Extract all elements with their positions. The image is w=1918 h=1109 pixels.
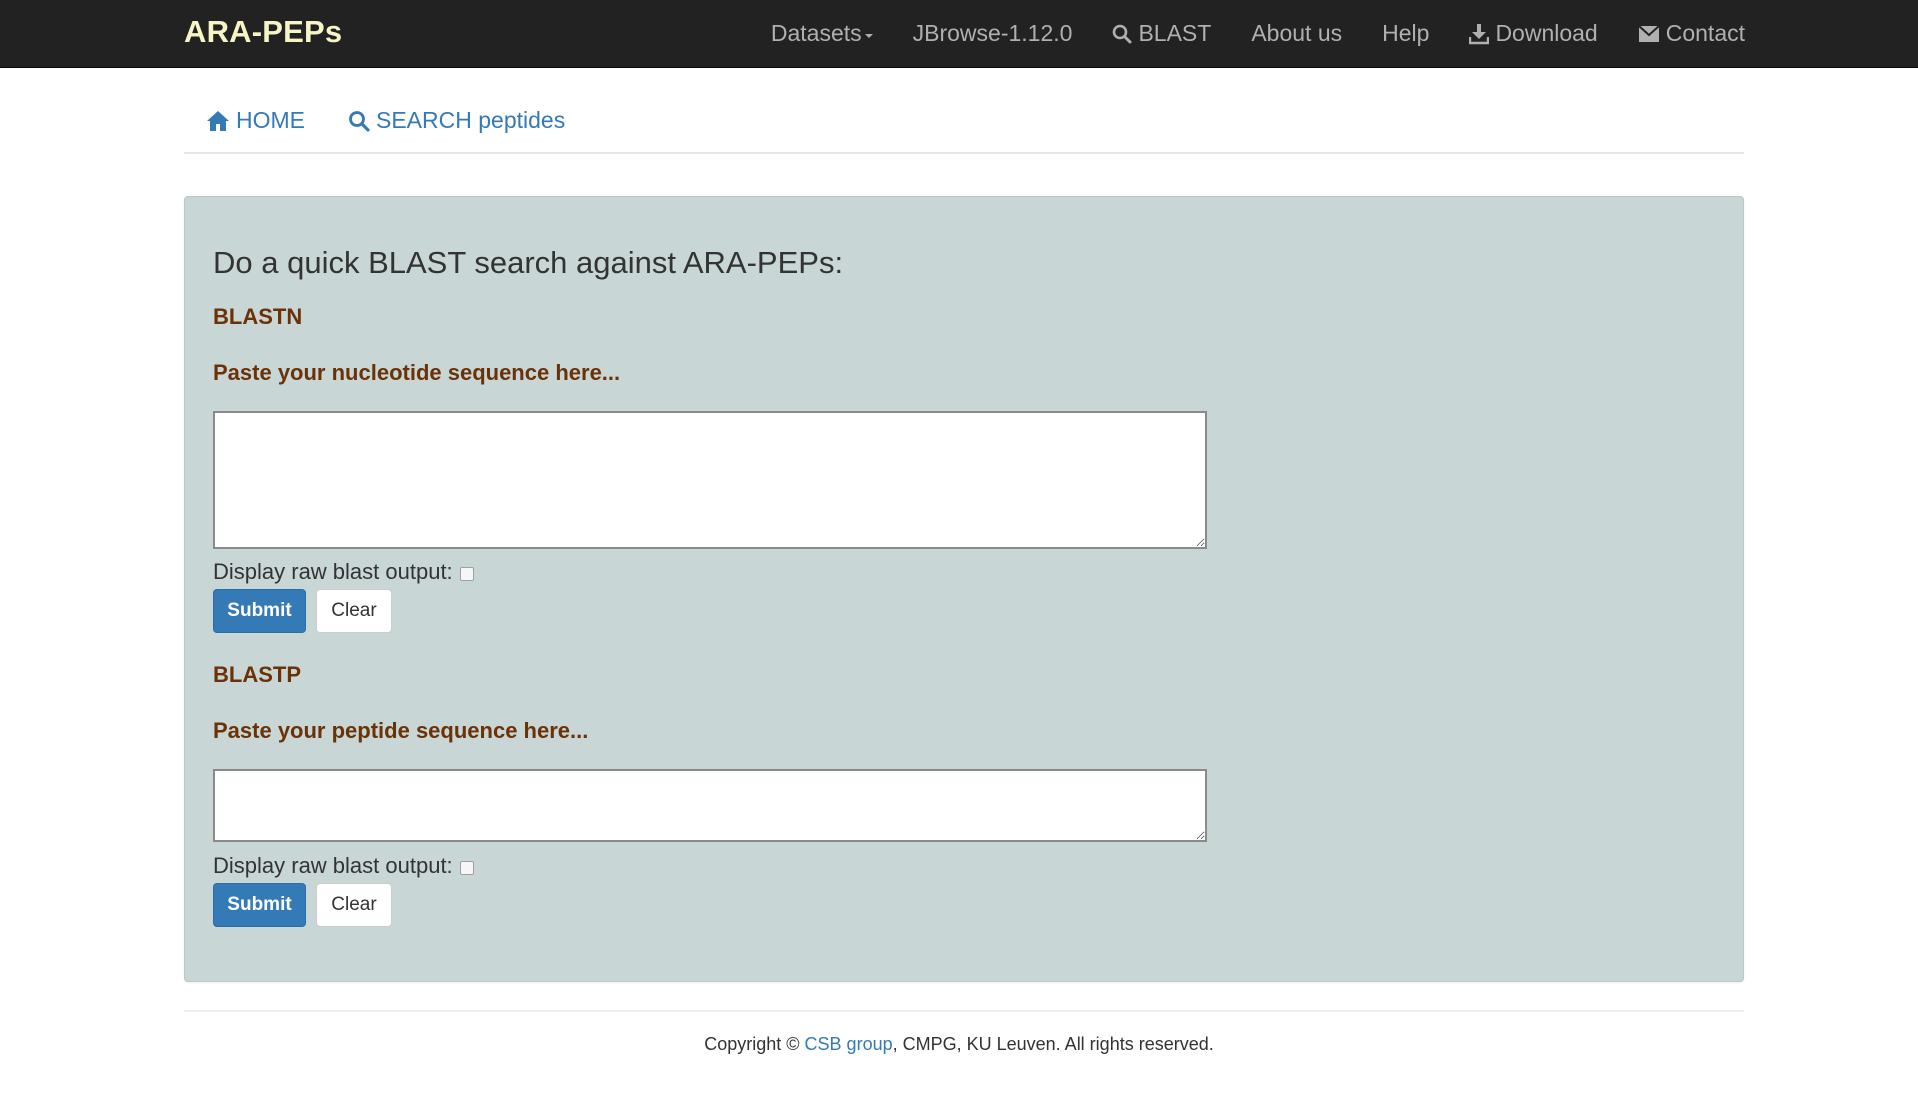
blastp-raw-output-label: Display raw blast output: — [213, 853, 453, 878]
blastn-title: BLASTN — [213, 304, 303, 329]
blastp-raw-output-row: Display raw blast output: — [213, 853, 474, 879]
nav-download-link[interactable]: Download — [1469, 20, 1598, 47]
footer-csb-group-link[interactable]: CSB group — [805, 1034, 893, 1054]
nav-datasets-label: Datasets — [770, 20, 862, 46]
nav-help-label: Help — [1382, 20, 1430, 46]
search-icon — [1112, 24, 1132, 44]
blastn-prompt: Paste your nucleotide sequence here... — [213, 360, 621, 385]
download-icon — [1469, 23, 1490, 45]
blastp-submit-button[interactable]: Submit — [213, 883, 306, 927]
footer-divider — [184, 1010, 1744, 1012]
nav-about-label: About us — [1251, 20, 1343, 46]
footer-copyright-prefix: Copyright © — [704, 1034, 805, 1054]
nav-jbrowse-label: JBrowse-1.12.0 — [912, 20, 1073, 46]
top-navbar: ARA-PEPs Datasets JBrowse-1.12.0 BLAST A… — [0, 0, 1918, 68]
nav-blast-label: BLAST — [1138, 20, 1212, 46]
panel-heading: Do a quick BLAST search against ARA-PEPs… — [213, 245, 844, 280]
blastp-prompt: Paste your peptide sequence here... — [213, 718, 589, 743]
blastp-clear-button[interactable]: Clear — [316, 883, 392, 927]
nav-download-label: Download — [1495, 20, 1598, 46]
page-tabs: HOME SEARCH peptides — [184, 67, 1744, 154]
blastn-submit-button[interactable]: Submit — [213, 589, 306, 633]
nav-contact-link[interactable]: Contact — [1638, 20, 1745, 47]
tab-search-peptides[interactable]: SEARCH peptides — [348, 107, 565, 134]
footer: Copyright © CSB group, CMPG, KU Leuven. … — [0, 1034, 1918, 1055]
home-icon — [206, 110, 230, 132]
blastp-raw-output-checkbox[interactable] — [459, 861, 474, 875]
search-icon — [348, 110, 370, 132]
tab-home-label: HOME — [236, 107, 305, 133]
nav-menu: Datasets JBrowse-1.12.0 BLAST About us H… — [731, 0, 1745, 67]
blast-panel: Do a quick BLAST search against ARA-PEPs… — [184, 196, 1744, 982]
blastn-clear-button[interactable]: Clear — [316, 589, 392, 633]
blastp-title: BLASTP — [213, 662, 301, 687]
envelope-icon — [1638, 24, 1660, 43]
tab-home[interactable]: HOME — [206, 107, 305, 134]
blastn-raw-output-checkbox[interactable] — [459, 567, 474, 581]
peptide-sequence-input[interactable] — [213, 769, 1207, 842]
nav-jbrowse-link[interactable]: JBrowse-1.12.0 — [913, 20, 1073, 47]
caret-down-icon — [864, 33, 873, 38]
brand-logo[interactable]: ARA-PEPs — [184, 14, 342, 50]
tab-search-label: SEARCH peptides — [376, 107, 566, 133]
nav-datasets-dropdown[interactable]: Datasets — [771, 20, 873, 47]
nav-contact-label: Contact — [1665, 20, 1745, 46]
nav-help-link[interactable]: Help — [1382, 20, 1429, 47]
footer-copyright-suffix: , CMPG, KU Leuven. All rights reserved. — [892, 1034, 1214, 1054]
nucleotide-sequence-input[interactable] — [213, 411, 1207, 549]
nav-blast-link[interactable]: BLAST — [1112, 20, 1211, 47]
blastn-raw-output-label: Display raw blast output: — [213, 559, 453, 584]
blastn-raw-output-row: Display raw blast output: — [213, 559, 474, 585]
nav-about-link[interactable]: About us — [1251, 20, 1342, 47]
